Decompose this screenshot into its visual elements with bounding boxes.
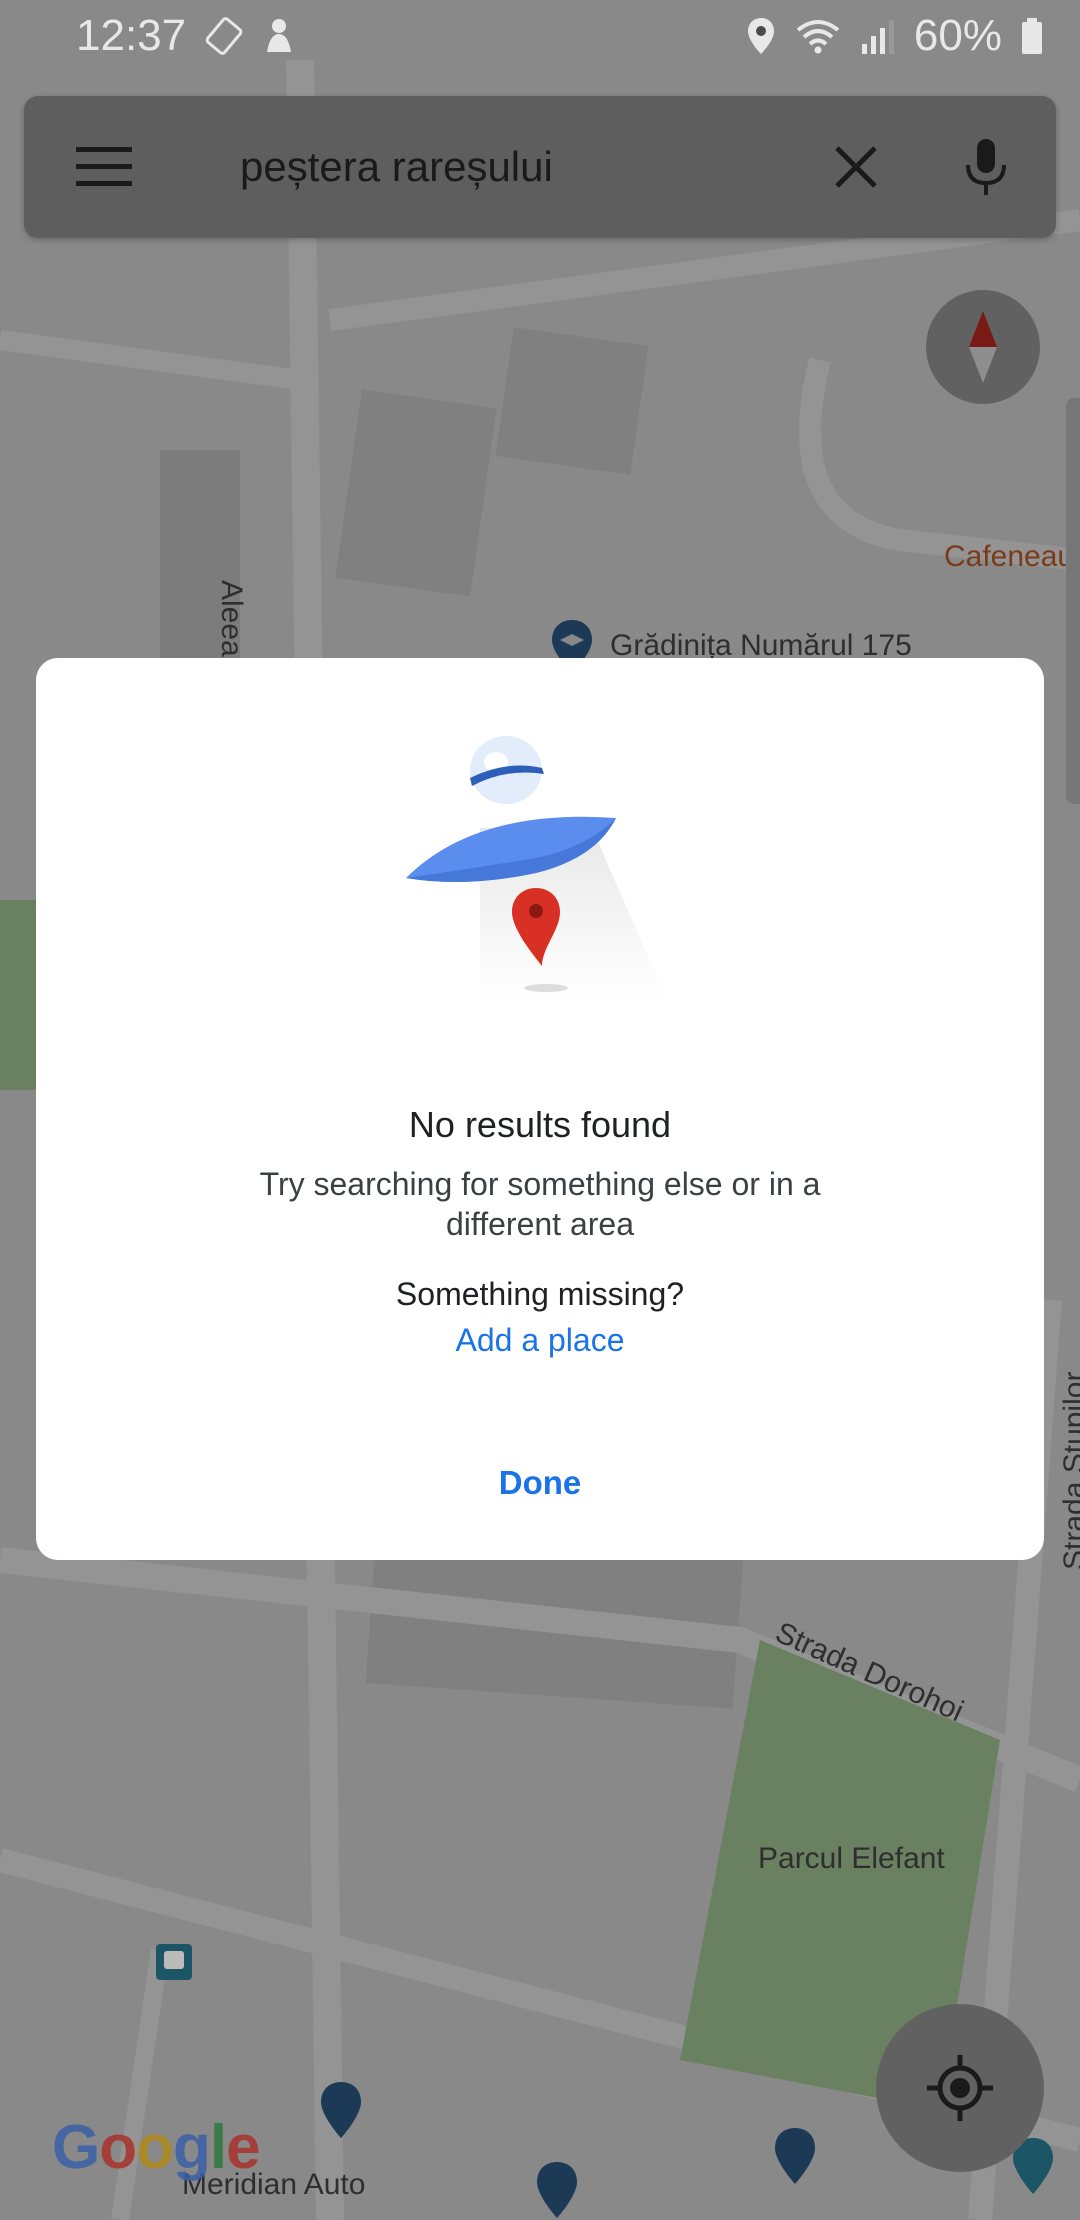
voice-search-button[interactable] <box>916 96 1056 238</box>
rotate-icon <box>205 17 243 55</box>
microphone-icon <box>966 139 1006 195</box>
done-button[interactable]: Done <box>36 1464 1044 1502</box>
status-bar: 12:37 60% <box>0 0 1080 72</box>
wifi-icon <box>796 20 840 54</box>
bus-stop-icon[interactable] <box>156 1944 192 1980</box>
my-location-button[interactable] <box>876 2004 1044 2172</box>
status-time: 12:37 <box>76 11 187 60</box>
close-icon <box>835 146 877 188</box>
compass-icon <box>969 311 997 383</box>
location-icon <box>747 18 774 54</box>
map-label-strada-stupilor: Strada Stupilor <box>1058 1371 1080 1570</box>
shop-pin-icon-3[interactable] <box>772 2126 818 2186</box>
no-results-dialog: No results found Try searching for somet… <box>36 658 1044 1560</box>
add-place-link[interactable]: Add a place <box>36 1322 1044 1359</box>
something-missing-text: Something missing? <box>395 1276 685 1312</box>
dialog-subtitle: Try searching for something else or in a… <box>259 1166 821 1242</box>
shop-pin-icon[interactable] <box>318 2080 364 2140</box>
dialog-title: No results found <box>408 1104 672 1145</box>
menu-button[interactable] <box>44 96 164 238</box>
crosshair-icon <box>927 2055 993 2121</box>
google-logo: Google <box>52 2113 261 2182</box>
compass-button[interactable] <box>926 290 1040 404</box>
bottom-sheet-handle[interactable] <box>1066 398 1080 804</box>
notification-icon <box>267 19 292 52</box>
clear-search-button[interactable] <box>796 96 916 238</box>
hamburger-menu-icon <box>76 147 132 186</box>
signal-icon <box>861 20 894 54</box>
shop-pin-icon-2[interactable] <box>534 2160 580 2220</box>
ufo-illustration-icon <box>406 736 666 998</box>
map-label-park: Parcul Elefant <box>758 1842 945 1875</box>
map-label-cafe: Cafeneau <box>944 540 1075 573</box>
battery-percent: 60% <box>913 11 1002 60</box>
battery-icon <box>1022 18 1042 54</box>
search-bar[interactable]: peștera rareșului <box>24 96 1056 238</box>
